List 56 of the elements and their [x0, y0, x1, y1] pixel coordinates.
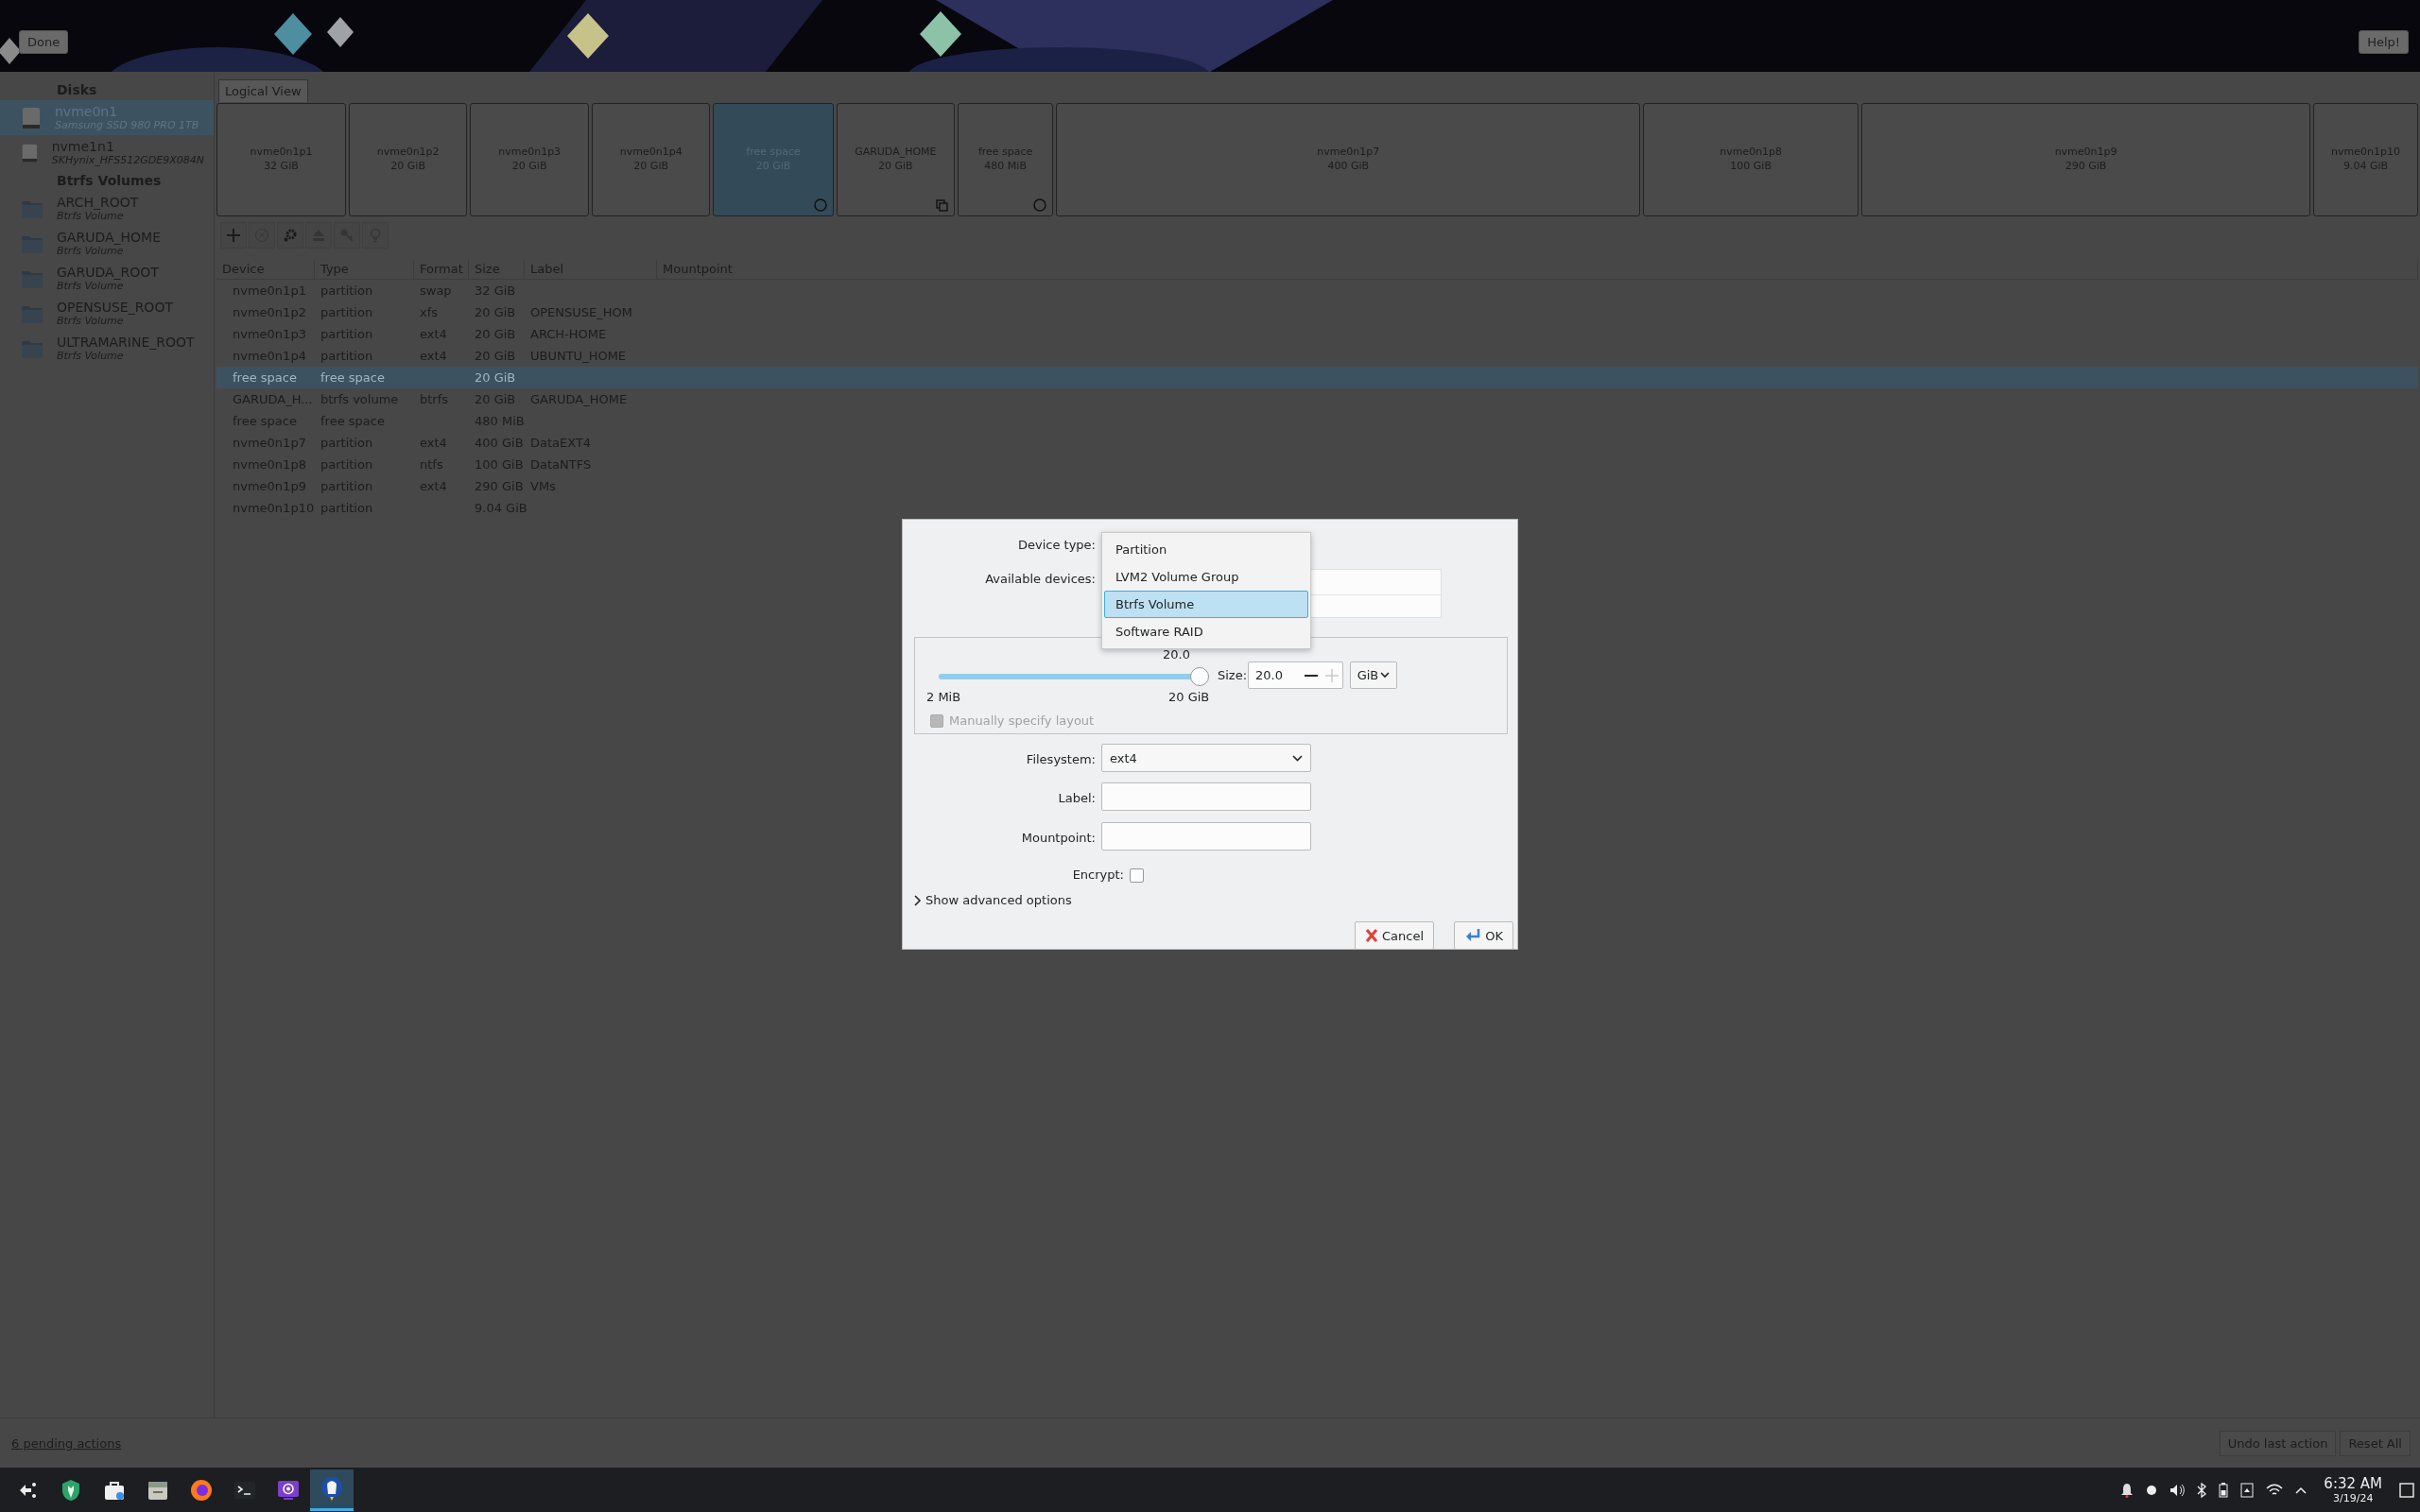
dialog-button[interactable]: OK [1454, 921, 1513, 950]
menu-item[interactable]: Software RAID [1104, 618, 1308, 645]
field-label: Available devices: [985, 572, 1096, 586]
show-desktop-icon[interactable] [2399, 1482, 2414, 1498]
battery-icon [2219, 1482, 2229, 1498]
stack-icon [936, 199, 949, 212]
circle-icon [813, 198, 827, 212]
menu-item[interactable]: LVM2 Volume Group [1104, 563, 1308, 591]
caret-icon [2295, 1486, 2308, 1494]
label-field[interactable] [1101, 782, 1311, 811]
table-cell: 20 GiB [475, 370, 516, 385]
menu-item[interactable]: Partition [1104, 536, 1308, 563]
dialog-button[interactable]: Cancel [1354, 921, 1434, 950]
encrypt-checkbox[interactable] [1130, 868, 1144, 883]
table-cell: free space [320, 370, 385, 385]
unit-dropdown[interactable]: GiB [1350, 662, 1397, 689]
table-row[interactable]: free space free space 20 GiB [216, 367, 2418, 388]
add-icon [226, 228, 241, 243]
slider-thumb[interactable] [1190, 667, 1209, 686]
chevron-icon [1292, 754, 1303, 762]
done-button[interactable]: Done [19, 30, 69, 54]
clock-date: 3/19/24 [2332, 1492, 2374, 1504]
globe-icon [189, 1477, 214, 1503]
size-label: Size: [1218, 668, 1248, 682]
help-button[interactable]: Help! [2359, 30, 2409, 54]
menu-item[interactable]: Btrfs Volume [1104, 591, 1308, 618]
dot-icon [2146, 1484, 2158, 1496]
chevron-icon [1380, 672, 1391, 679]
gear-icon [283, 228, 298, 243]
chevron-icon [914, 894, 922, 906]
field-label: Device type: [1018, 538, 1096, 552]
filesystem-dropdown[interactable]: ext4 [1101, 744, 1311, 772]
advanced-options-expander[interactable]: Show advanced options [914, 893, 1072, 907]
circle-icon [1033, 198, 1047, 212]
bluetooth-icon [2197, 1482, 2207, 1498]
field-label: Label: [1058, 791, 1096, 805]
cross-icon [1364, 928, 1378, 943]
bell-icon [2120, 1482, 2135, 1498]
field-label: Filesystem: [1026, 752, 1096, 766]
wifi-icon [2266, 1483, 2284, 1497]
view-tab[interactable]: Logical View [218, 79, 308, 102]
slider-value: 20.0 [1163, 647, 1190, 662]
taskbar-app[interactable] [310, 1469, 354, 1511]
checkbox-label: Manually specify layout [949, 713, 1095, 728]
field-label: Mountpoint: [1021, 831, 1096, 845]
size-spinbox[interactable]: 20.0 [1248, 662, 1343, 689]
volume-icon [2169, 1482, 2186, 1498]
slider-max-label: 20 GiB [1168, 690, 1210, 704]
slider-min-label: 2 MiB [926, 690, 961, 704]
toolbar-button[interactable] [220, 222, 247, 249]
field-label: Encrypt: [1072, 868, 1124, 882]
table-cell: free space [233, 370, 297, 385]
mountpoint-field[interactable] [1101, 822, 1311, 850]
toolbar-button[interactable] [277, 222, 303, 249]
return-arrow-icon [1464, 928, 1482, 943]
clock-time: 6:32 AM [2324, 1475, 2382, 1492]
